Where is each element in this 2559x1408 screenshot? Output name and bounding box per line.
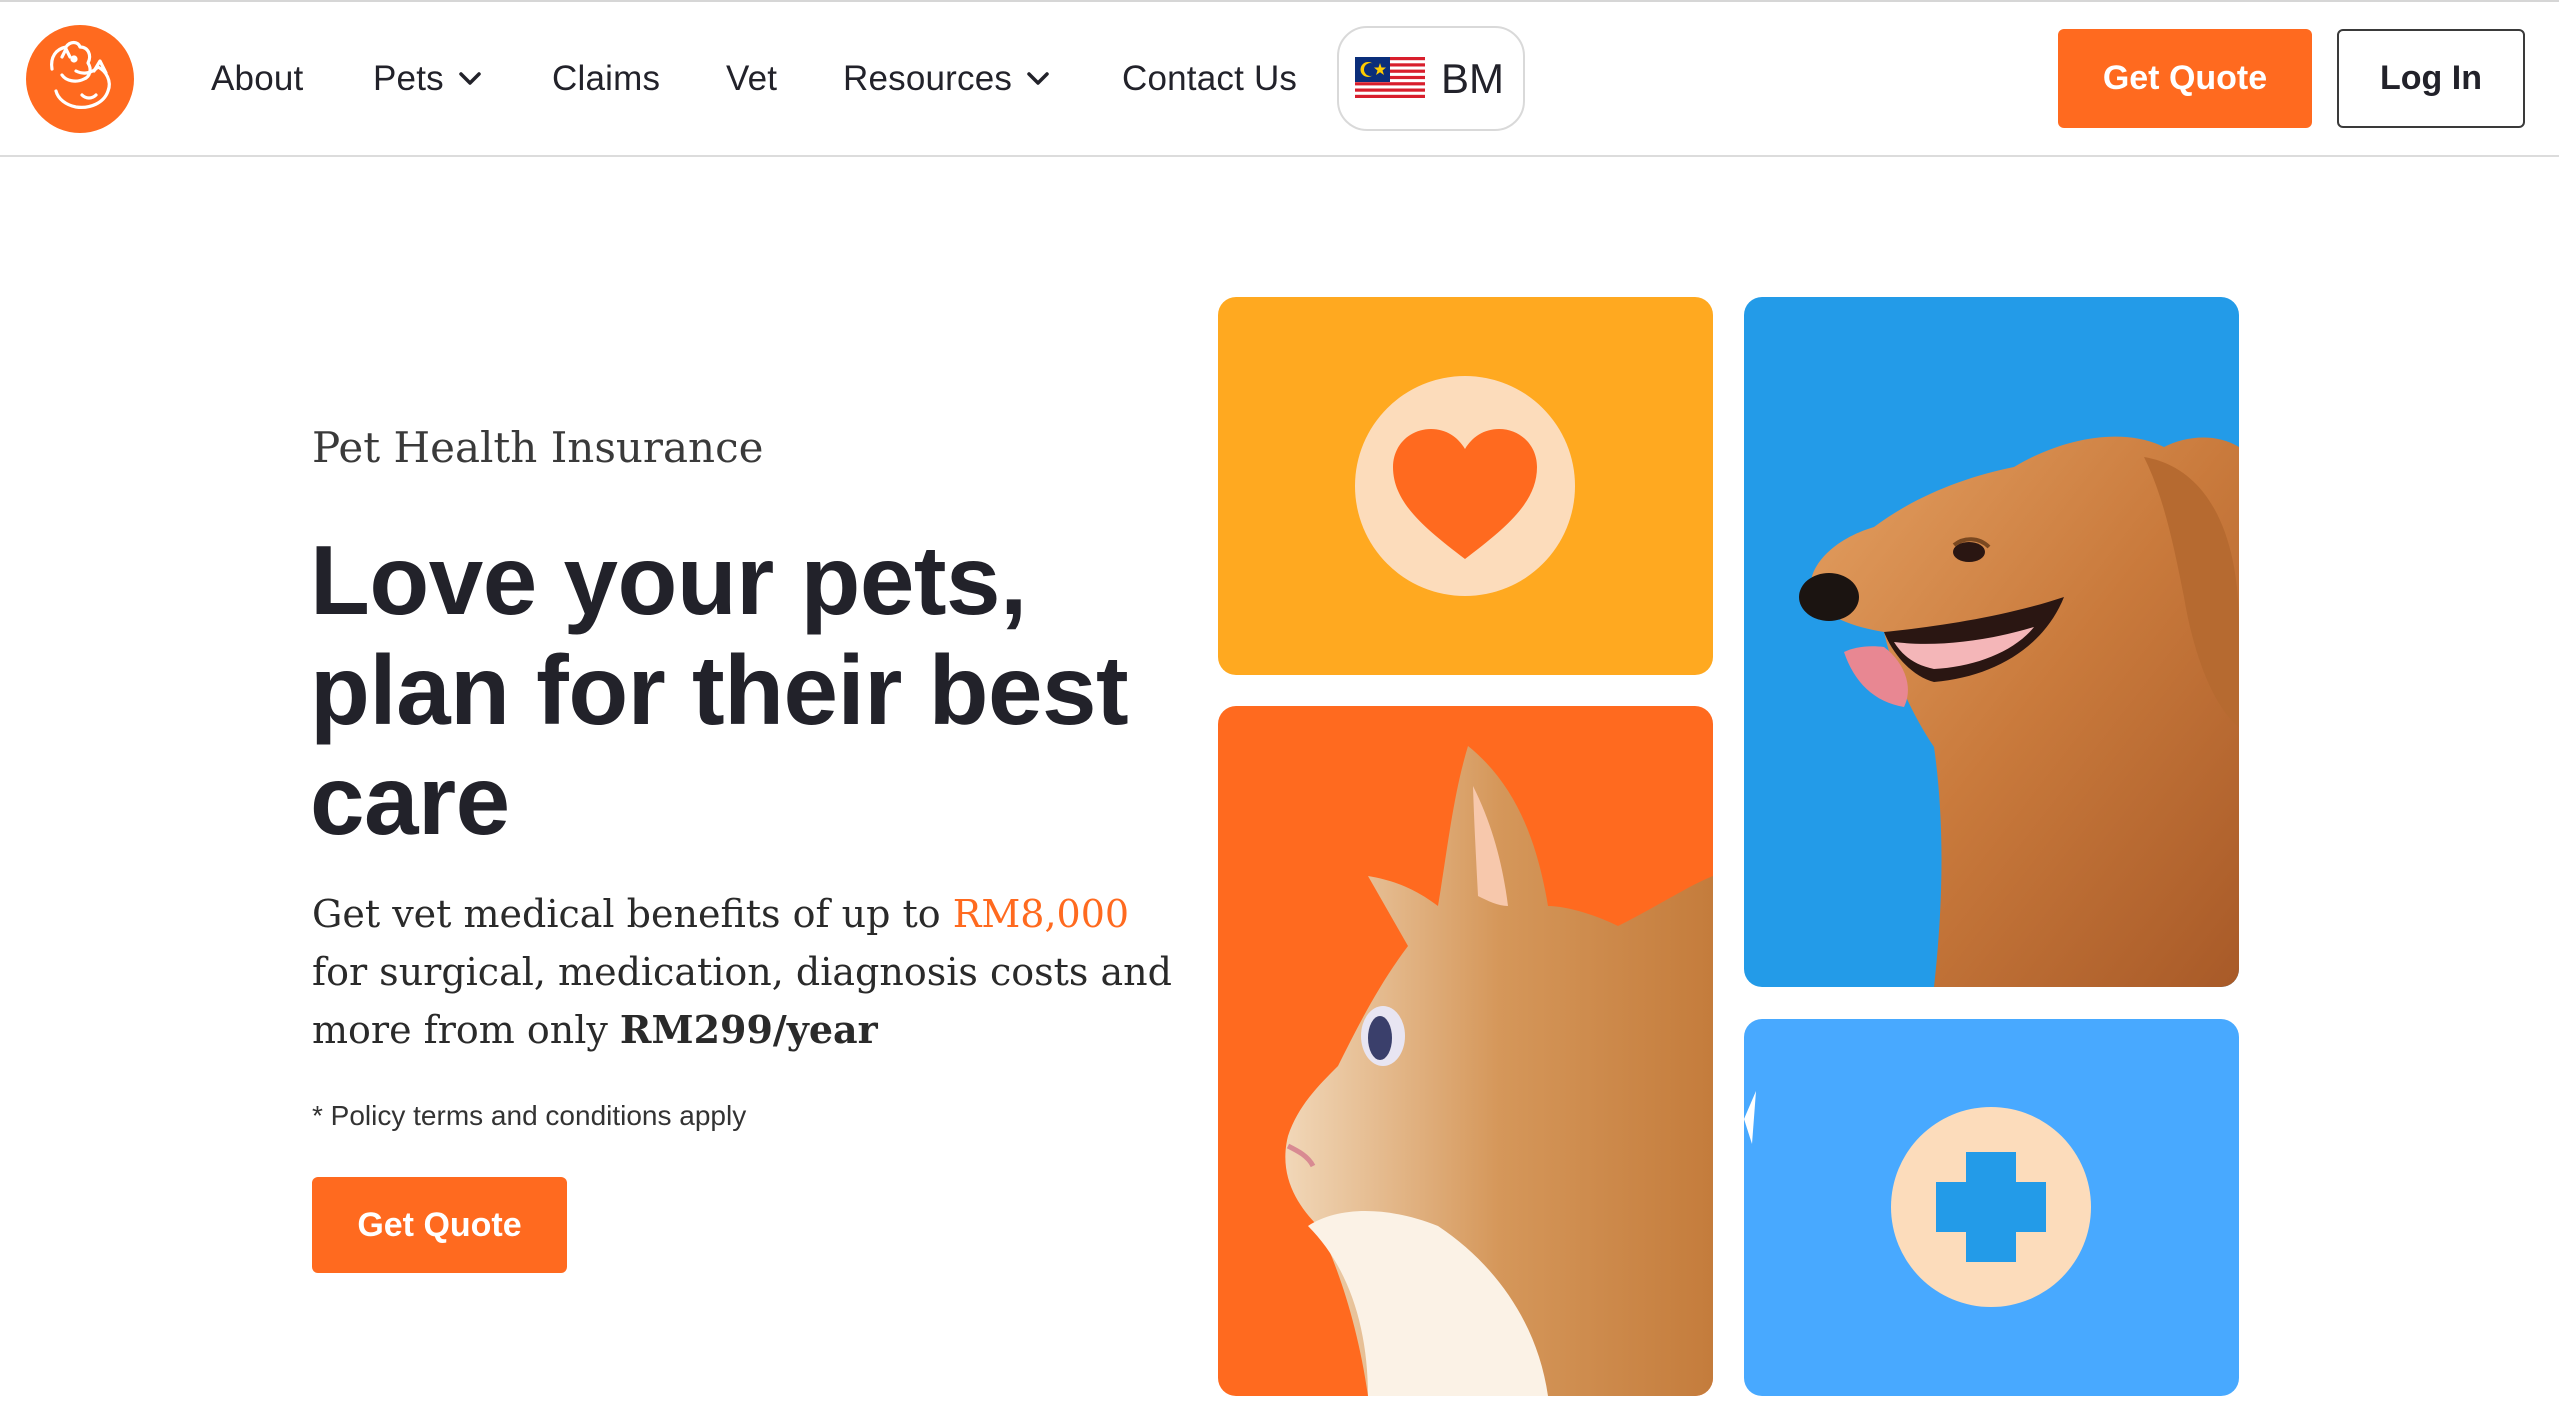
nav-resources[interactable]: Resources bbox=[843, 52, 1050, 106]
get-quote-button-hero[interactable]: Get Quote bbox=[312, 1177, 567, 1273]
nav-pets[interactable]: Pets bbox=[373, 52, 482, 106]
nav-vet-label: Vet bbox=[726, 59, 778, 98]
price-per-year: RM299/year bbox=[619, 1007, 878, 1052]
chevron-down-icon bbox=[459, 72, 481, 85]
hero-headline: Love your pets, plan for their best care bbox=[310, 525, 1190, 855]
golden-retriever-image bbox=[1799, 436, 2239, 987]
chevron-down-icon bbox=[1027, 72, 1049, 85]
nav-claims[interactable]: Claims bbox=[552, 52, 660, 106]
nav-resources-label: Resources bbox=[843, 59, 1013, 98]
nav-contact-us-label: Contact Us bbox=[1122, 59, 1298, 98]
benefit-amount: RM8,000 bbox=[952, 892, 1130, 936]
nav-vet[interactable]: Vet bbox=[726, 52, 777, 106]
dog-tile bbox=[1744, 297, 2239, 987]
nav-about-label: About bbox=[211, 59, 304, 98]
terms-note: * Policy terms and conditions apply bbox=[312, 1100, 747, 1131]
headline-line-3: care bbox=[310, 745, 510, 855]
nav-about[interactable]: About bbox=[211, 52, 303, 106]
hero-description: Get vet medical benefits of up to RM8,00… bbox=[312, 885, 1172, 1059]
ginger-cat-image bbox=[1285, 746, 1713, 1396]
nav-claims-label: Claims bbox=[552, 59, 661, 98]
language-switcher[interactable]: BM bbox=[1337, 26, 1525, 131]
language-label: BM bbox=[1441, 54, 1504, 102]
medical-cross-icon bbox=[1744, 1091, 2091, 1307]
site-header: About Pets Claims Vet Resources Contact … bbox=[0, 0, 2559, 157]
cat-tile bbox=[1218, 706, 1713, 1396]
log-in-button[interactable]: Log In bbox=[2337, 29, 2525, 128]
heart-tile bbox=[1218, 297, 1713, 675]
nav-contact-us[interactable]: Contact Us bbox=[1122, 52, 1297, 106]
heart-icon bbox=[1355, 376, 1575, 596]
cat-dog-logo-icon[interactable] bbox=[26, 25, 134, 133]
desc-part-1: Get vet medical benefits of up to bbox=[312, 892, 953, 936]
headline-line-2: plan for their best bbox=[310, 635, 1129, 745]
hero-eyebrow: Pet Health Insurance bbox=[312, 423, 764, 472]
malaysia-flag-icon bbox=[1355, 56, 1425, 101]
nav-pets-label: Pets bbox=[373, 59, 444, 98]
get-quote-button-header[interactable]: Get Quote bbox=[2058, 29, 2312, 128]
headline-line-1: Love your pets, bbox=[310, 525, 1027, 635]
plus-tile bbox=[1744, 1019, 2239, 1396]
